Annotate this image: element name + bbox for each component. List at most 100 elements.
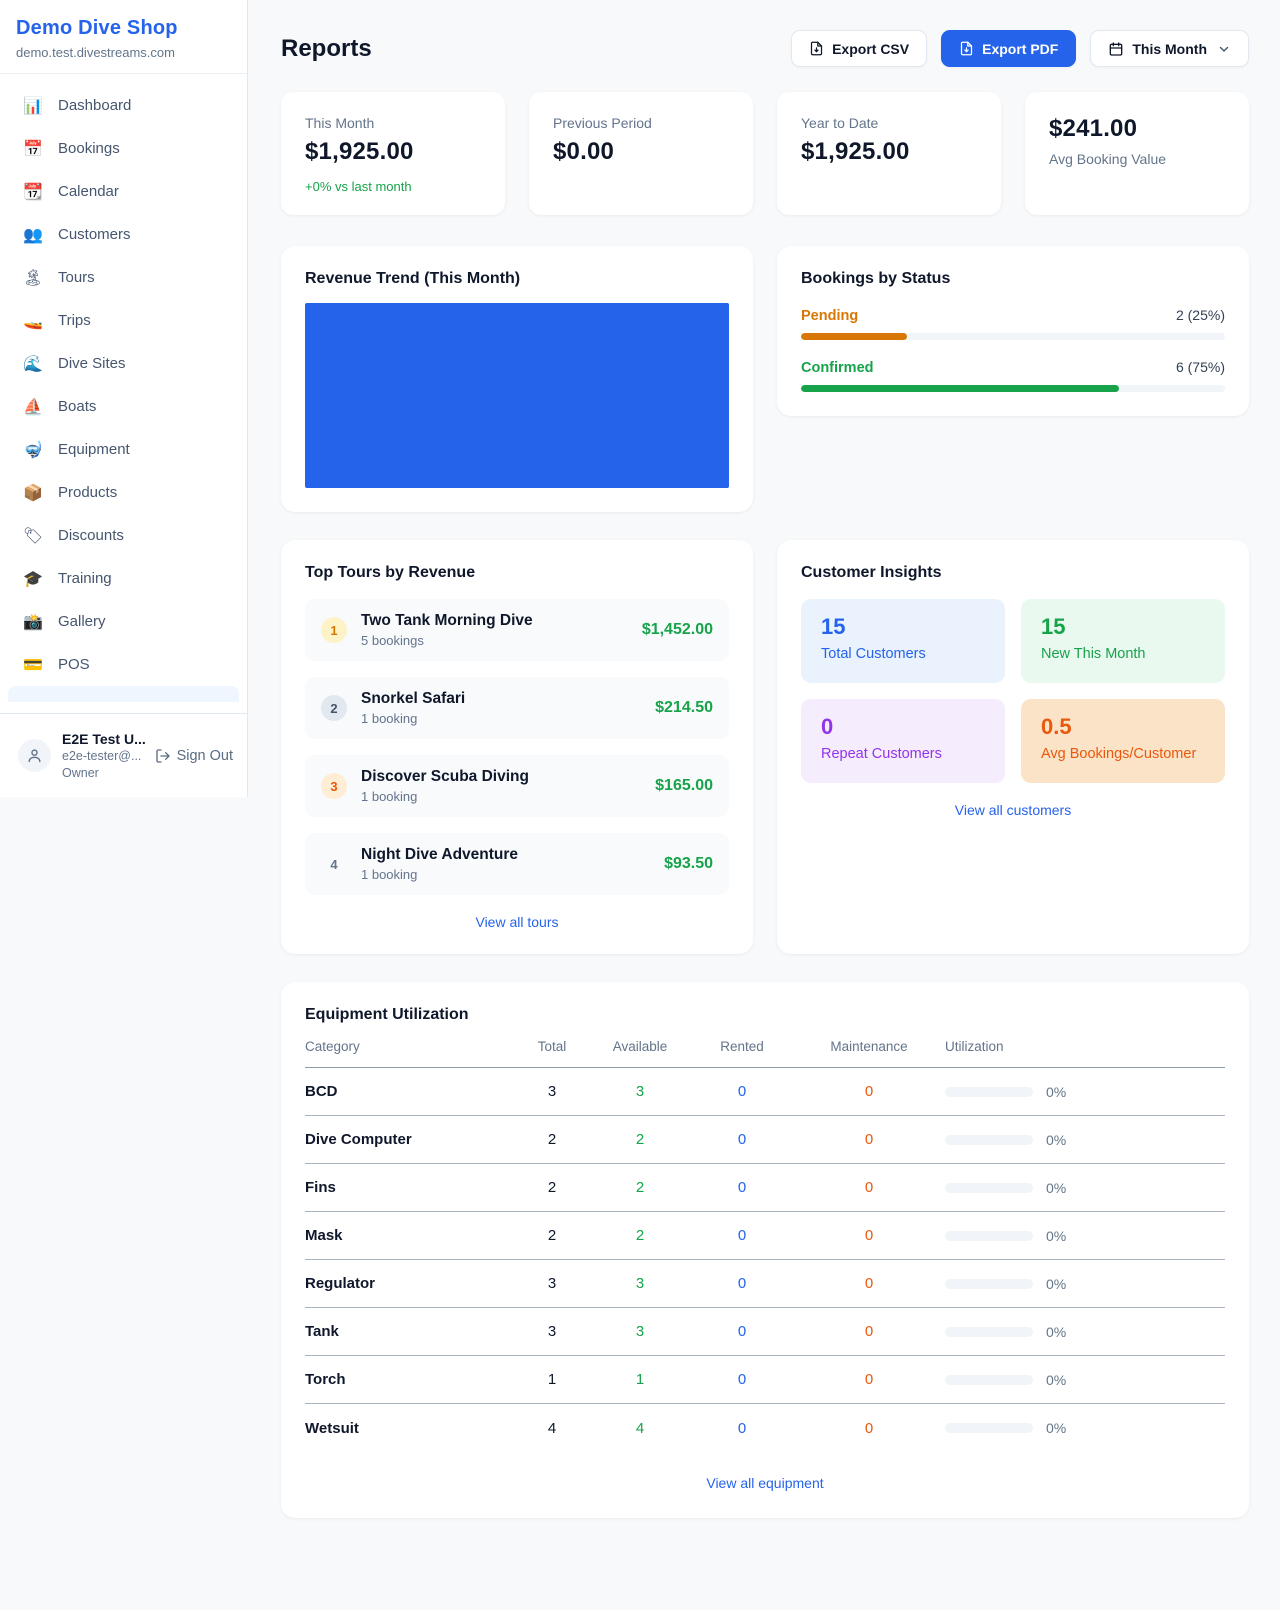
- sidebar-item-label: Dive Sites: [58, 355, 126, 372]
- tour-name: Discover Scuba Diving: [361, 768, 529, 786]
- tile-value: 15: [821, 614, 985, 640]
- cell-rented: 0: [691, 1371, 793, 1388]
- sidebar-item-pos[interactable]: 💳 POS: [8, 643, 239, 686]
- tile-label: Total Customers: [821, 646, 985, 662]
- sidebar-item-equipment[interactable]: 🤿 Equipment: [8, 428, 239, 471]
- progress-track: [801, 333, 1225, 340]
- sign-out-button[interactable]: Sign Out: [155, 748, 233, 764]
- table-row: Tank 3 3 0 0 0%: [305, 1308, 1225, 1356]
- tile-avg-bookings: 0.5 Avg Bookings/Customer: [1021, 699, 1225, 783]
- cell-category: Regulator: [305, 1275, 515, 1292]
- utilization-bar: [945, 1087, 1033, 1097]
- revenue-trend-card: Revenue Trend (This Month): [281, 246, 753, 512]
- column-header-total: Total: [515, 1039, 589, 1054]
- sidebar-header: Demo Dive Shop demo.test.divestreams.com: [0, 0, 247, 74]
- cell-rented: 0: [691, 1275, 793, 1292]
- sidebar-item-label: Bookings: [58, 140, 120, 157]
- avatar: [18, 739, 51, 772]
- tour-name: Two Tank Morning Dive: [361, 612, 533, 630]
- stat-value: $241.00: [1049, 115, 1225, 143]
- sidebar-item-label: Customers: [58, 226, 131, 243]
- cell-total: 3: [515, 1323, 589, 1340]
- tour-bookings: 1 booking: [361, 867, 518, 882]
- utilization-percent: 0%: [1046, 1420, 1066, 1436]
- view-all-equipment-link[interactable]: View all equipment: [305, 1475, 1225, 1491]
- view-all-tours-link[interactable]: View all tours: [305, 914, 729, 930]
- utilization-percent: 0%: [1046, 1180, 1066, 1196]
- stat-card-previous-period: Previous Period $0.00: [529, 92, 753, 215]
- sidebar-item-label: Training: [58, 570, 112, 587]
- column-header-maintenance: Maintenance: [793, 1039, 945, 1054]
- sidebar-user-section: E2E Test U... e2e-tester@... Owner Sign …: [0, 713, 247, 797]
- equipment-icon: 🤿: [22, 440, 44, 460]
- sidebar-item-label: Equipment: [58, 441, 130, 458]
- column-header-category: Category: [305, 1039, 515, 1054]
- sidebar-item-active-partial[interactable]: [8, 686, 239, 702]
- sidebar-item-discounts[interactable]: 🏷 Discounts: [8, 514, 239, 557]
- sidebar-item-label: Boats: [58, 398, 96, 415]
- tour-name: Snorkel Safari: [361, 690, 465, 708]
- tour-row: 2 Snorkel Safari 1 booking $214.50: [305, 677, 729, 739]
- user-role: Owner: [62, 765, 144, 781]
- stat-label: Avg Booking Value: [1049, 151, 1225, 167]
- status-count: 6 (75%): [1176, 359, 1225, 375]
- bookings-by-status-title: Bookings by Status: [801, 270, 1225, 288]
- top-tours-card: Top Tours by Revenue 1 Two Tank Morning …: [281, 540, 753, 954]
- cell-maintenance: 0: [793, 1227, 945, 1244]
- tile-total-customers: 15 Total Customers: [801, 599, 1005, 683]
- table-row: Regulator 3 3 0 0 0%: [305, 1260, 1225, 1308]
- utilization-bar: [945, 1135, 1033, 1145]
- cell-available: 3: [589, 1275, 691, 1292]
- trips-icon: 🚤: [22, 311, 44, 331]
- sidebar-item-label: Discounts: [58, 527, 124, 544]
- sidebar-item-dive-sites[interactable]: 🌊 Dive Sites: [8, 342, 239, 385]
- cell-total: 3: [515, 1275, 589, 1292]
- sidebar-item-training[interactable]: 🎓 Training: [8, 557, 239, 600]
- table-header: Category Total Available Rented Maintena…: [305, 1039, 1225, 1068]
- main-content: Reports Export CSV Export PDF This Month…: [248, 0, 1280, 1518]
- export-csv-button[interactable]: Export CSV: [791, 30, 927, 67]
- products-icon: 📦: [22, 483, 44, 503]
- column-header-utilization: Utilization: [945, 1039, 1225, 1054]
- tile-label: Repeat Customers: [821, 746, 985, 762]
- sidebar-item-bookings[interactable]: 📅 Bookings: [8, 127, 239, 170]
- status-row-confirmed: Confirmed 6 (75%): [801, 359, 1225, 392]
- sidebar-item-calendar[interactable]: 📆 Calendar: [8, 170, 239, 213]
- cell-utilization: 0%: [945, 1324, 1225, 1340]
- cell-total: 2: [515, 1179, 589, 1196]
- calendar-icon: 📆: [22, 182, 44, 202]
- export-csv-label: Export CSV: [832, 41, 909, 57]
- stat-value: $1,925.00: [305, 138, 481, 166]
- period-selector-label: This Month: [1132, 41, 1207, 57]
- sign-out-label: Sign Out: [177, 748, 233, 764]
- page-header: Reports Export CSV Export PDF This Month: [281, 30, 1249, 67]
- cell-total: 3: [515, 1083, 589, 1100]
- cell-available: 2: [589, 1227, 691, 1244]
- bookings-by-status-card: Bookings by Status Pending 2 (25%) Confi…: [777, 246, 1249, 416]
- tile-repeat-customers: 0 Repeat Customers: [801, 699, 1005, 783]
- sidebar-item-trips[interactable]: 🚤 Trips: [8, 299, 239, 342]
- cell-utilization: 0%: [945, 1420, 1225, 1436]
- view-all-customers-link[interactable]: View all customers: [801, 802, 1225, 818]
- cell-available: 1: [589, 1371, 691, 1388]
- equipment-table: Category Total Available Rented Maintena…: [305, 1039, 1225, 1452]
- customer-insights-card: Customer Insights 15 Total Customers 15 …: [777, 540, 1249, 954]
- cell-rented: 0: [691, 1323, 793, 1340]
- user-name: E2E Test U...: [62, 730, 144, 748]
- sidebar-item-label: Tours: [58, 269, 95, 286]
- cell-maintenance: 0: [793, 1083, 945, 1100]
- cell-category: Torch: [305, 1371, 515, 1388]
- tour-row: 1 Two Tank Morning Dive 5 bookings $1,45…: [305, 599, 729, 661]
- sidebar-item-boats[interactable]: ⛵ Boats: [8, 385, 239, 428]
- sidebar-item-gallery[interactable]: 📸 Gallery: [8, 600, 239, 643]
- utilization-bar: [945, 1375, 1033, 1385]
- sidebar-item-tours[interactable]: 🏝 Tours: [8, 256, 239, 299]
- sidebar-item-customers[interactable]: 👥 Customers: [8, 213, 239, 256]
- cell-maintenance: 0: [793, 1179, 945, 1196]
- sidebar-item-dashboard[interactable]: 📊 Dashboard: [8, 84, 239, 127]
- sidebar-item-label: Gallery: [58, 613, 106, 630]
- utilization-bar: [945, 1231, 1033, 1241]
- sidebar-item-products[interactable]: 📦 Products: [8, 471, 239, 514]
- export-pdf-button[interactable]: Export PDF: [941, 30, 1076, 67]
- period-selector[interactable]: This Month: [1090, 30, 1249, 67]
